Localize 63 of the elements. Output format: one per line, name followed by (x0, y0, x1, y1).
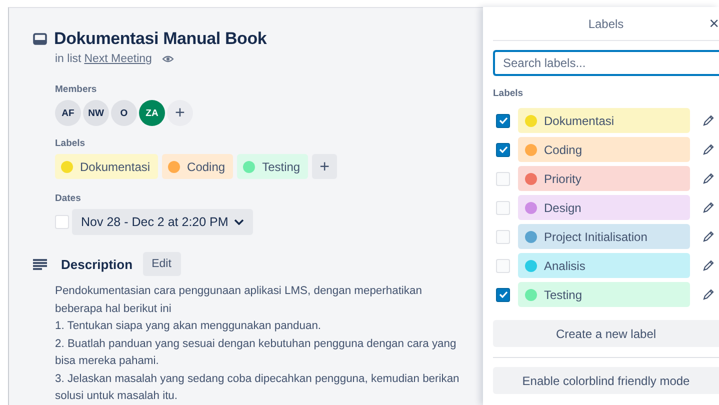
label-chip[interactable]: Coding (162, 154, 234, 179)
section-heading: Members (55, 84, 97, 95)
label-checkbox[interactable] (496, 114, 510, 128)
label-checkbox[interactable] (496, 142, 510, 156)
chevron-down-icon (234, 219, 244, 225)
search-field[interactable]: Search labels... (493, 50, 719, 76)
label-name: Testing (262, 160, 300, 174)
section-heading: Labels (55, 138, 86, 149)
label-name: Testing (544, 288, 582, 302)
pencil-icon[interactable] (703, 202, 714, 213)
label-checkbox[interactable] (496, 288, 510, 302)
pencil-icon[interactable] (703, 231, 714, 242)
eye-icon (162, 55, 174, 63)
label-chip[interactable]: Testing (237, 154, 308, 179)
pencil-icon[interactable] (703, 289, 714, 300)
member-avatar[interactable]: NW (83, 100, 109, 126)
list-prefix: in list (55, 53, 82, 65)
label-name: Project Initialisation (544, 230, 648, 244)
list-link[interactable]: Next Meeting (84, 53, 152, 65)
close-button[interactable]: × (709, 14, 719, 34)
label-name: Coding (187, 160, 226, 174)
check-icon (498, 146, 508, 153)
label-name: Priority (544, 172, 582, 186)
popover-title: Labels (588, 16, 624, 30)
check-icon (498, 291, 508, 298)
pencil-icon[interactable] (703, 173, 714, 184)
section-heading: Labels (493, 88, 524, 99)
member-avatar[interactable]: O (111, 100, 137, 126)
label-chip[interactable]: Dokumentasi (55, 154, 158, 179)
description-heading: Description (61, 256, 133, 272)
due-checkbox[interactable] (55, 215, 69, 229)
label-option[interactable]: Dokumentasi (518, 108, 690, 133)
description-text: 3. Jelaskan masalah yang sedang coba dipecahkan pengguna, kemudian berikan solusi untuk masalah itu. (55, 372, 460, 404)
pencil-icon[interactable] (703, 144, 714, 155)
label-option[interactable]: Priority (518, 166, 690, 191)
description-text: 1. Tentukan siapa yang akan menggunakan panduan. (55, 319, 322, 334)
member-avatar[interactable]: ZA (139, 100, 165, 126)
label-name: Dokumentasi (80, 160, 150, 174)
label-option[interactable]: Testing (518, 282, 690, 307)
pencil-icon[interactable] (703, 115, 714, 126)
description-icon (33, 258, 47, 270)
label-name: Dokumentasi (544, 114, 614, 128)
card-icon (33, 33, 47, 45)
colorblind-mode-button[interactable]: Enable colorblind friendly mode (493, 367, 719, 394)
member-avatar[interactable]: AF (55, 100, 81, 126)
label-name: Coding (544, 142, 582, 156)
label-name: Analisis (544, 258, 586, 272)
create-label-button[interactable]: Create a new label (493, 320, 719, 347)
add-label-button[interactable]: + (312, 154, 338, 179)
edit-button[interactable]: Edit (142, 252, 181, 276)
label-option[interactable]: Design (518, 195, 690, 220)
card-title: Dokumentasi Manual Book (54, 29, 267, 49)
label-option[interactable]: Coding (518, 137, 690, 162)
section-heading: Dates (55, 193, 81, 204)
label-option[interactable]: Analisis (518, 253, 690, 278)
label-option[interactable]: Project Initialisation (518, 224, 690, 249)
description-text: 2. Buatlah panduan yang sesuai dengan kebutuhan pengguna dengan cara yang bisa mereka pahami. (55, 336, 458, 369)
add-member-button[interactable]: + (167, 100, 193, 126)
date-button[interactable]: Nov 28 - Dec 2 at 2:20 PM (72, 209, 254, 235)
description-text: Pendokumentasian cara penggunaan aplikasi LMS, dengan meperhatikan beberapa hal berikut ini (55, 284, 423, 316)
check-icon (498, 117, 508, 124)
pencil-icon[interactable] (703, 260, 714, 271)
label-name: Design (544, 200, 582, 214)
